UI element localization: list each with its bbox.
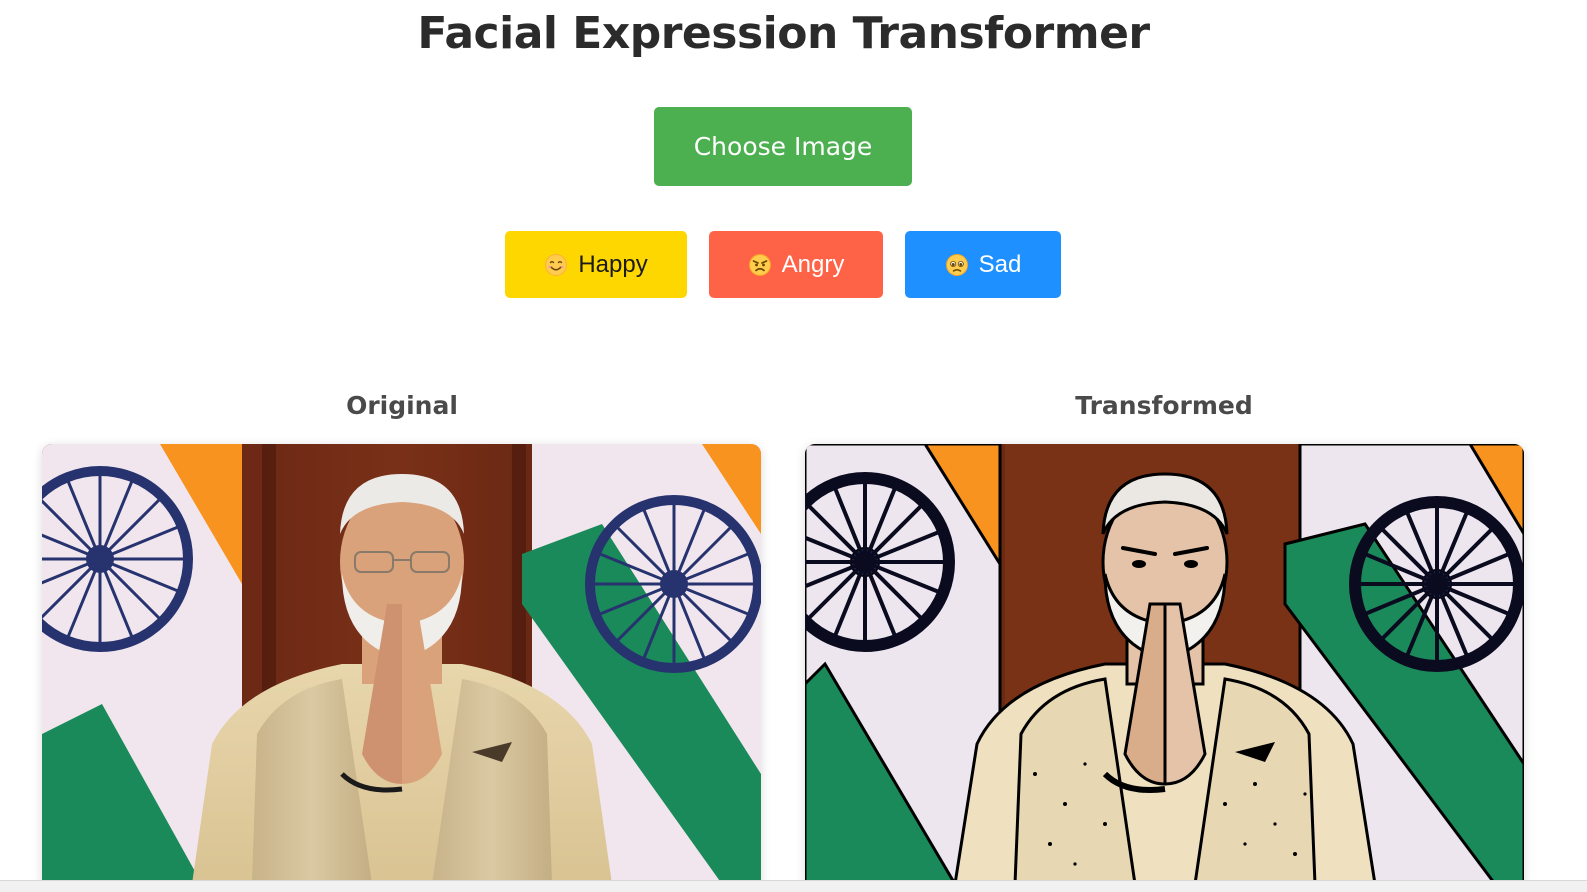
right-chakra	[585, 495, 761, 673]
happy-button[interactable]: Happy	[505, 231, 687, 298]
angry-label: Angry	[781, 250, 845, 278]
angry-button[interactable]: Angry	[709, 231, 883, 298]
smiling-face-icon	[545, 253, 568, 276]
bottom-border	[0, 880, 1587, 892]
choose-image-button[interactable]: Choose Image	[654, 107, 912, 186]
original-image	[42, 444, 761, 884]
sad-label: Sad	[978, 250, 1022, 278]
angry-face-icon	[748, 253, 771, 276]
sad-button[interactable]: Sad	[905, 231, 1061, 298]
happy-label: Happy	[578, 250, 648, 278]
transformed-image	[805, 444, 1524, 884]
page-title: Facial Expression Transformer	[417, 8, 1150, 59]
original-heading: Original	[346, 391, 458, 420]
sad-face-icon	[945, 253, 968, 276]
transformed-heading: Transformed	[1075, 391, 1253, 420]
